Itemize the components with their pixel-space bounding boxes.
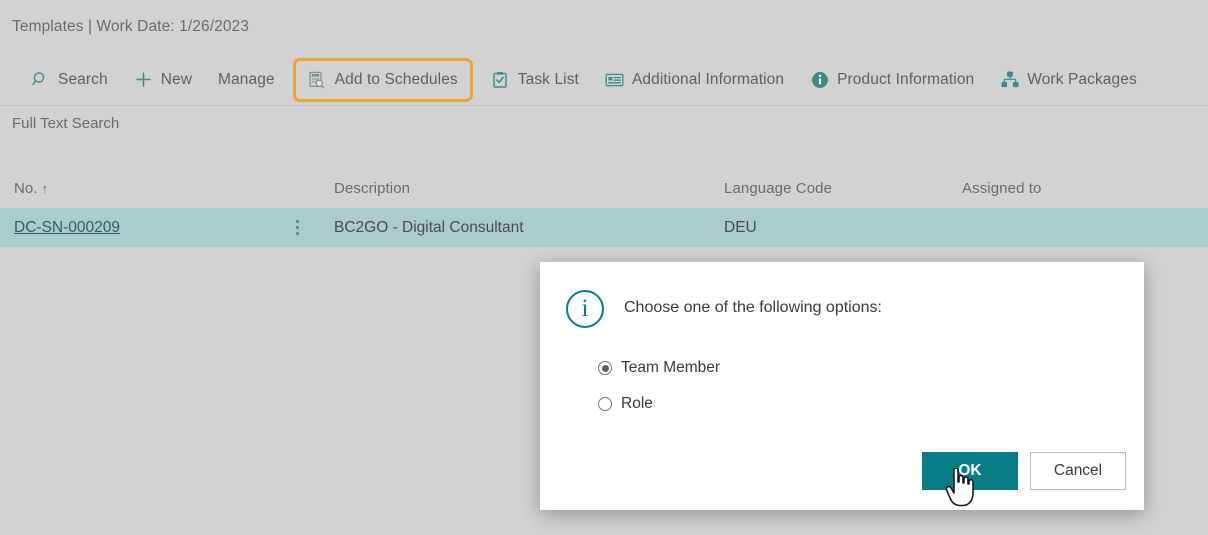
table-row[interactable]: DC-SN-000209 BC2GO - Digital Consultant … [0, 208, 1208, 247]
row-menu-button[interactable] [290, 220, 304, 235]
options-dialog: i Choose one of the following options: T… [540, 262, 1144, 510]
ribbon-item-label: New [161, 71, 192, 89]
calculator-search-icon [308, 70, 327, 89]
column-header-no[interactable]: No. ↑ [0, 180, 290, 197]
ribbon-item-work-packages[interactable]: Work Packages [987, 61, 1150, 99]
ribbon-item-manage[interactable]: Manage [205, 61, 288, 99]
cell-description: BC2GO - Digital Consultant [304, 219, 724, 237]
kebab-menu-icon [296, 220, 299, 235]
radio-option-label: Team Member [621, 359, 720, 377]
dialog-actions: OK Cancel [922, 452, 1126, 490]
ribbon-item-product-information[interactable]: Product Information [797, 61, 987, 99]
dialog-header: i Choose one of the following options: [540, 262, 1144, 328]
cell-language-code: DEU [724, 219, 962, 237]
ribbon-item-label: Product Information [837, 71, 974, 89]
cancel-button[interactable]: Cancel [1030, 452, 1126, 490]
action-ribbon: Search New Manage [0, 54, 1208, 106]
ribbon-item-add-to-schedules[interactable]: Add to Schedules [293, 58, 473, 102]
cell-no: DC-SN-000209 [0, 219, 290, 237]
full-text-search-bar[interactable]: Full Text Search [0, 106, 1208, 140]
dialog-prompt: Choose one of the following options: [624, 288, 882, 317]
info-circle-icon: i [566, 290, 604, 328]
column-header-label: No. [14, 180, 38, 197]
ribbon-item-label: Manage [218, 71, 275, 89]
column-header-language-code[interactable]: Language Code [724, 180, 962, 197]
full-text-search-label: Full Text Search [12, 115, 119, 132]
hierarchy-icon [1000, 70, 1019, 89]
search-icon [31, 70, 50, 89]
info-filled-icon [810, 70, 829, 89]
ribbon-item-label: Work Packages [1027, 71, 1137, 89]
list-card-icon [605, 70, 624, 89]
ribbon-item-label: Search [58, 71, 108, 89]
page-title: Templates | Work Date: 1/26/2023 [12, 18, 249, 36]
radio-button-icon[interactable] [598, 397, 612, 411]
ok-button[interactable]: OK [922, 452, 1018, 490]
info-glyph: i [582, 296, 589, 321]
ribbon-item-task-list[interactable]: Task List [478, 61, 592, 99]
ribbon-item-new[interactable]: New [121, 61, 205, 99]
radio-option-label: Role [621, 395, 653, 413]
plus-icon [134, 70, 153, 89]
row-link-no[interactable]: DC-SN-000209 [14, 219, 120, 237]
business-central-page: Templates | Work Date: 1/26/2023 Search … [0, 0, 1208, 535]
sort-ascending-icon: ↑ [42, 181, 49, 196]
table-header-row: No. ↑ Description Language Code Assigned… [0, 168, 1208, 208]
ribbon-item-label: Task List [518, 71, 579, 89]
title-bar: Templates | Work Date: 1/26/2023 [0, 0, 1208, 54]
radio-option-role[interactable]: Role [598, 386, 1144, 422]
ribbon-item-label: Add to Schedules [335, 71, 458, 89]
radio-button-icon[interactable] [598, 361, 612, 375]
ribbon-item-label: Additional Information [632, 71, 784, 89]
ribbon-item-search[interactable]: Search [18, 61, 121, 99]
clipboard-check-icon [491, 70, 510, 89]
templates-table: No. ↑ Description Language Code Assigned… [0, 168, 1208, 247]
column-header-assigned-to[interactable]: Assigned to [962, 180, 1208, 197]
radio-option-team-member[interactable]: Team Member [598, 350, 1144, 386]
column-header-description[interactable]: Description [304, 180, 724, 197]
dialog-option-group: Team Member Role [540, 328, 1144, 422]
ribbon-item-additional-information[interactable]: Additional Information [592, 61, 797, 99]
